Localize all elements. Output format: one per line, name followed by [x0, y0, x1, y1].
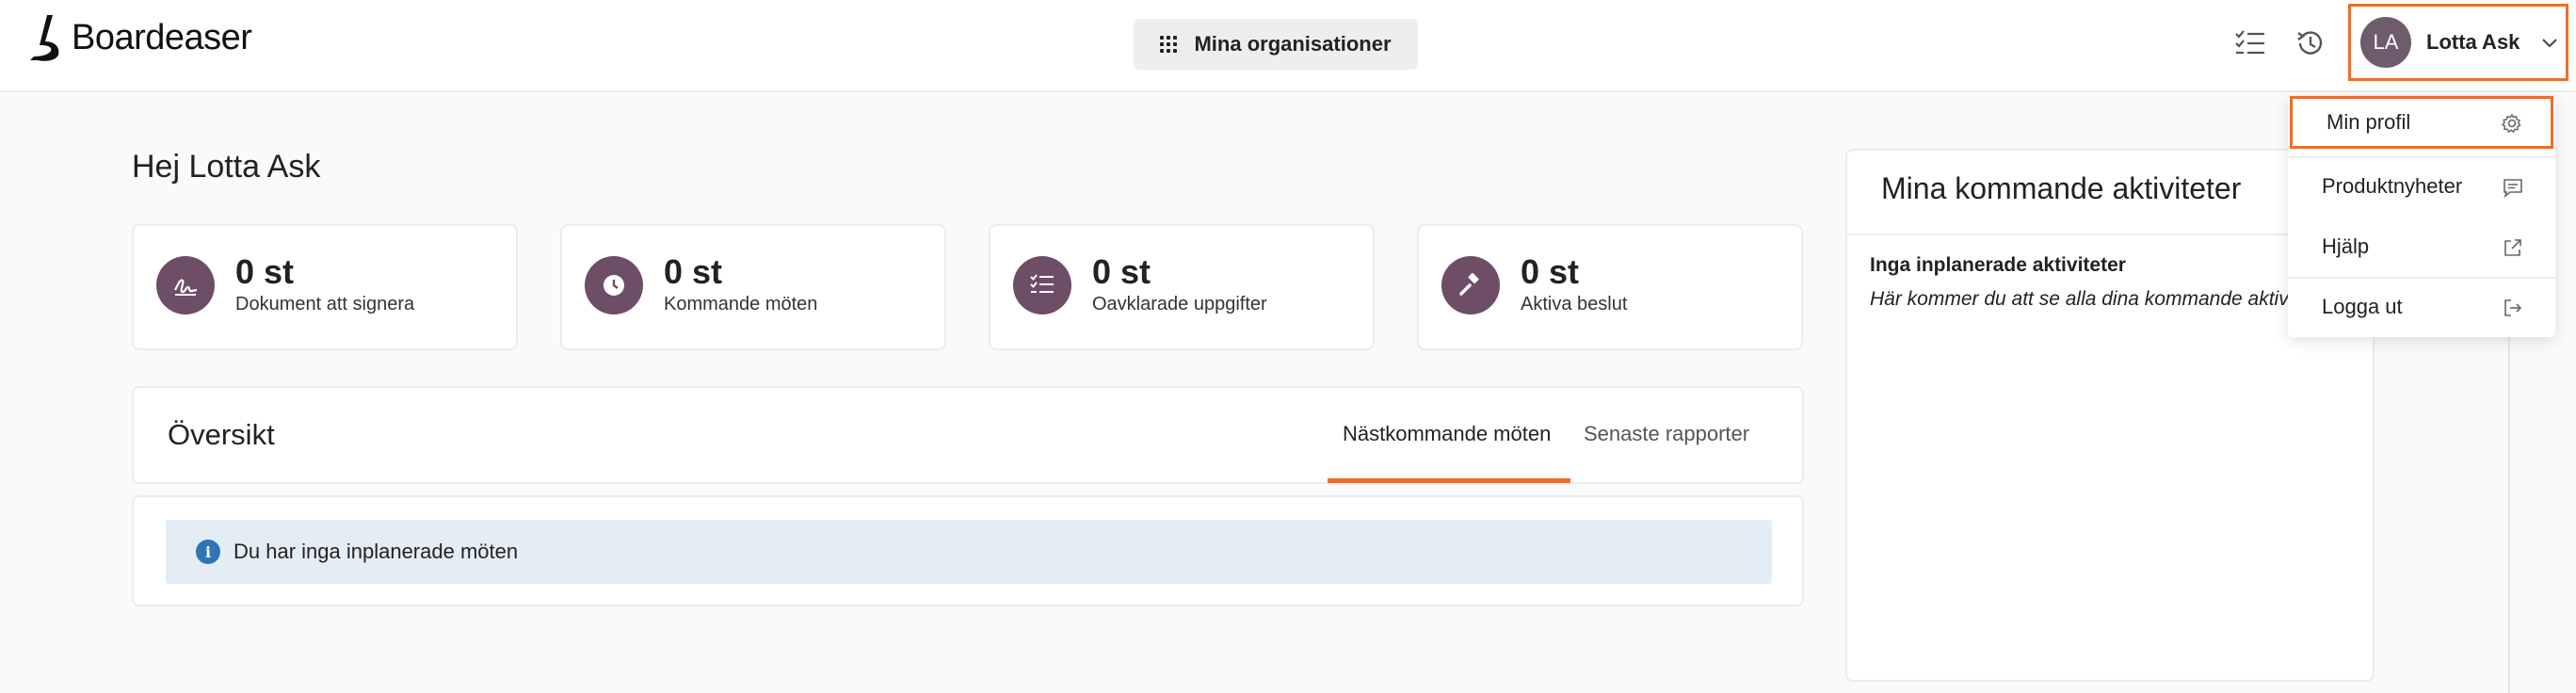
- activities-empty-title: Inga inplanerade aktiviteter: [1870, 254, 2126, 276]
- stat-value: 0 st: [235, 252, 295, 291]
- info-alert: i Du har inga inplanerade möten: [166, 520, 1772, 584]
- overview-title: Översikt: [168, 418, 275, 451]
- info-message: Du har inga inplanerade möten: [233, 540, 519, 563]
- activities-empty-text: Här kommer du att se alla dina kommande …: [1870, 288, 2338, 310]
- my-organisations-label: Mina organisationer: [1194, 32, 1392, 56]
- active-tab-indicator: [1328, 478, 1570, 483]
- menu-item-help[interactable]: Hjälp: [2288, 218, 2555, 275]
- tasks-button[interactable]: [2230, 23, 2271, 64]
- gear-icon: [2502, 113, 2521, 134]
- checklist-icon: [1013, 256, 1071, 314]
- menu-item-label: Logga ut: [2322, 295, 2403, 318]
- stat-label: Aktiva beslut: [1521, 294, 1628, 314]
- stat-value: 0 st: [664, 252, 723, 291]
- chevron-down-icon: [2542, 39, 2558, 48]
- tab-upcoming-meetings[interactable]: Nästkommande möten: [1343, 422, 1551, 446]
- grid-icon: [1160, 36, 1178, 53]
- my-organisations-button[interactable]: Mina organisationer: [1134, 19, 1418, 70]
- history-button[interactable]: [2290, 23, 2331, 64]
- meetings-panel: i Du har inga inplanerade möten: [132, 495, 1804, 606]
- user-menu-button[interactable]: LA Lotta Ask: [2348, 4, 2568, 81]
- history-icon: [2297, 31, 2323, 55]
- tab-latest-reports[interactable]: Senaste rapporter: [1584, 422, 1749, 446]
- checklist-icon: [2235, 30, 2264, 55]
- menu-item-label: Min profil: [2326, 110, 2411, 134]
- activities-title: Mina kommande aktiviteter: [1881, 171, 2242, 205]
- external-link-icon: [2504, 239, 2521, 256]
- stat-value: 0 st: [1521, 252, 1580, 291]
- signature-icon: [156, 256, 215, 314]
- menu-item-product-news[interactable]: Produktnyheter: [2288, 158, 2555, 215]
- avatar: LA: [2360, 17, 2411, 68]
- menu-item-logout[interactable]: Logga ut: [2288, 279, 2555, 335]
- logo-text: Boardeaser: [72, 17, 252, 57]
- stat-card-documents[interactable]: 0 st Dokument att signera: [132, 224, 518, 350]
- logo[interactable]: Boardeaser: [28, 13, 252, 62]
- stat-value: 0 st: [1092, 252, 1151, 291]
- stat-label: Oavklarade uppgifter: [1092, 294, 1267, 314]
- user-name: Lotta Ask: [2426, 30, 2520, 54]
- comment-icon: [2504, 179, 2522, 198]
- top-header: Boardeaser Mina organisationer LA Lotta …: [0, 0, 2576, 92]
- user-dropdown-menu: Min profil Produktnyheter Hjälp Logga ut: [2288, 96, 2555, 337]
- stat-label: Dokument att signera: [235, 294, 415, 314]
- logo-mark-icon: [30, 15, 59, 61]
- stat-card-decisions[interactable]: 0 st Aktiva beslut: [1417, 224, 1803, 350]
- gavel-icon: [1441, 256, 1500, 314]
- clock-icon: [585, 256, 643, 314]
- info-icon: i: [196, 540, 220, 564]
- menu-item-my-profile[interactable]: Min profil: [2290, 96, 2553, 149]
- overview-panel: Översikt Nästkommande möten Senaste rapp…: [132, 386, 1804, 484]
- logout-icon: [2504, 299, 2522, 316]
- stat-card-tasks[interactable]: 0 st Oavklarade uppgifter: [989, 224, 1375, 350]
- menu-item-label: Produktnyheter: [2322, 174, 2463, 198]
- stat-label: Kommande möten: [664, 294, 818, 314]
- page-title: Hej Lotta Ask: [132, 149, 321, 185]
- stat-card-meetings[interactable]: 0 st Kommande möten: [560, 224, 946, 350]
- menu-item-label: Hjälp: [2322, 234, 2370, 258]
